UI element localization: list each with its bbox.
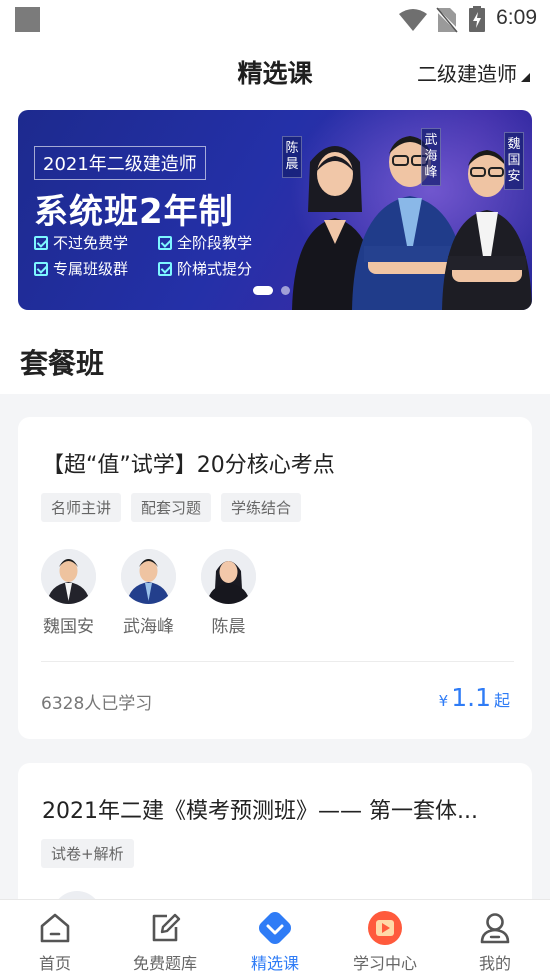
price-currency: ¥ <box>438 692 449 710</box>
tab-label: 免费题库 <box>132 954 197 973</box>
avatar <box>41 549 96 604</box>
play-icon <box>368 911 402 945</box>
carousel-dot <box>281 286 290 295</box>
teacher-name-tag: 武海峰 <box>421 128 441 186</box>
tab-free-questions[interactable]: 免费题库 <box>110 900 220 977</box>
profile-icon <box>480 913 510 944</box>
teacher-item[interactable]: 武海峰 <box>121 549 176 637</box>
teacher-name: 陈晨 <box>211 617 246 637</box>
avatar <box>121 549 176 604</box>
teacher-name: 武海峰 <box>123 617 174 637</box>
tab-learning-center[interactable]: 学习中心 <box>330 900 440 977</box>
avatar <box>201 549 256 604</box>
banner-feature: 阶梯式提分 <box>158 258 252 279</box>
carousel-dot-active <box>253 286 273 295</box>
banner-headline: 系统班2年制 <box>34 192 234 232</box>
banner-feature: 不过免费学 <box>34 232 128 253</box>
carousel-indicator <box>253 286 290 295</box>
certificate-selector[interactable]: 二级建造师 <box>417 58 530 87</box>
course-price: ¥ 1.1 起 <box>439 683 510 712</box>
top-area: 精选课 二级建造师 2021年二级建造师 系统班2年制 不过免费学 全阶段教学 … <box>0 38 550 394</box>
teacher-list: 魏国安 武海峰 陈晨 <box>41 549 256 637</box>
course-title: 【超“值”试学】20分核心考点 <box>42 453 335 478</box>
home-icon <box>40 913 70 943</box>
promo-banner[interactable]: 2021年二级建造师 系统班2年制 不过免费学 全阶段教学 专属班级群 阶梯式提… <box>18 110 532 310</box>
course-tags: 名师主讲 配套习题 学练结合 <box>41 493 302 522</box>
divider <box>41 661 514 662</box>
checkbox-icon <box>34 235 48 250</box>
course-tag: 学练结合 <box>221 493 302 522</box>
price-value: 1.1 <box>451 683 491 712</box>
tab-home[interactable]: 首页 <box>0 900 110 977</box>
course-card[interactable]: 【超“值”试学】20分核心考点 名师主讲 配套习题 学练结合 魏国安 武海峰 陈… <box>18 417 532 739</box>
banner-year-label: 2021年二级建造师 <box>34 146 206 180</box>
tab-selected-courses[interactable]: 精选课 <box>220 900 330 977</box>
checkbox-icon <box>158 261 172 276</box>
banner-feature: 专属班级群 <box>34 258 128 279</box>
teacher-name: 魏国安 <box>43 617 94 637</box>
selected-course-icon <box>259 912 291 944</box>
price-suffix: 起 <box>493 691 510 710</box>
tab-label: 精选课 <box>250 954 299 973</box>
teacher-item[interactable]: 魏国安 <box>41 549 96 637</box>
notification-icon <box>15 7 40 32</box>
status-time: 6:09 <box>496 6 537 29</box>
tab-profile[interactable]: 我的 <box>440 900 550 977</box>
status-bar: 6:09 <box>0 0 550 38</box>
edit-icon <box>152 913 181 942</box>
learner-count: 6328人已学习 <box>41 694 153 714</box>
course-tag: 名师主讲 <box>41 493 122 522</box>
certificate-label: 二级建造师 <box>417 62 517 86</box>
course-tags: 试卷+解析 <box>41 839 134 868</box>
no-sim-icon <box>436 7 458 33</box>
checkbox-icon <box>158 235 172 250</box>
section-title: 套餐班 <box>20 347 105 380</box>
teacher-name-tag: 魏国安 <box>504 132 524 190</box>
course-tag: 配套习题 <box>131 493 212 522</box>
bottom-tab-bar: 首页 免费题库 精选课 学习中心 我的 <box>0 899 550 977</box>
course-title: 2021年二建《模考预测班》—— 第一套体... <box>42 799 478 824</box>
banner-feature: 全阶段教学 <box>158 232 252 253</box>
tab-label: 首页 <box>38 954 71 973</box>
teacher-item[interactable]: 陈晨 <box>201 549 256 637</box>
battery-charging-icon <box>469 6 485 32</box>
course-tag: 试卷+解析 <box>41 839 134 868</box>
tab-label: 我的 <box>478 954 511 973</box>
checkbox-icon <box>34 261 48 276</box>
teacher-name-tag: 陈晨 <box>282 136 302 178</box>
wifi-icon <box>399 9 427 31</box>
tab-label: 学习中心 <box>352 954 417 973</box>
dropdown-caret-icon <box>521 73 530 82</box>
